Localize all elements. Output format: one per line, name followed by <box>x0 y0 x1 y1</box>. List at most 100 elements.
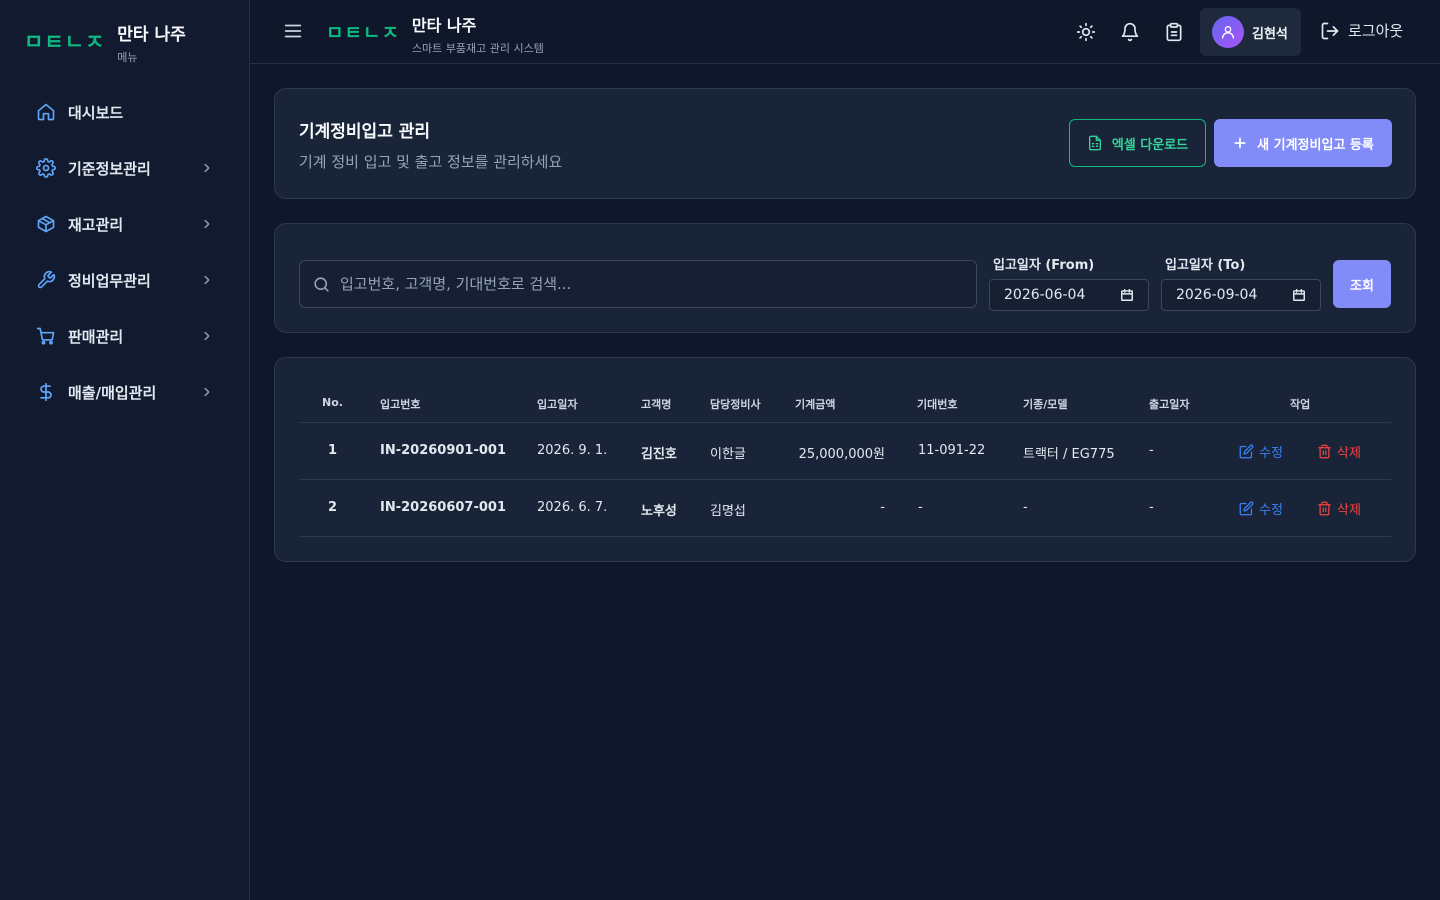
date-to-value: 2026-09-04 <box>1176 287 1258 303</box>
sidebar-item-master-data[interactable]: 기준정보관리 <box>0 140 250 196</box>
col-amount: 기계금액 <box>795 398 836 411</box>
search-box[interactable] <box>299 260 977 308</box>
cell-receipt-no: IN-20260901-001 <box>380 443 507 458</box>
sidebar-nav: 대시보드 기준정보관리 재고관리 정비업무관리 판매관리 매출/매입관리 <box>0 84 250 420</box>
cell-amount: - <box>880 500 885 515</box>
search-button[interactable]: 조회 <box>1333 260 1391 308</box>
table-header: No. 입고번호 입고일자 고객명 담당정비사 기계금액 기대번호 기종/모델 … <box>299 382 1391 423</box>
col-technician: 담당정비사 <box>710 398 761 411</box>
col-release-date: 출고일자 <box>1149 398 1190 411</box>
plus-icon <box>1232 135 1248 151</box>
avatar <box>1212 16 1244 48</box>
date-to-input[interactable]: 2026-09-04 <box>1161 279 1321 311</box>
sidebar-item-maintenance[interactable]: 정비업무관리 <box>0 252 250 308</box>
cell-release-date: - <box>1149 443 1154 458</box>
edit-icon <box>1239 501 1254 516</box>
sidebar-item-label: 매출/매입관리 <box>68 383 157 402</box>
topbar: ㅁㅌㄴㅈ 만타 나주 스마트 부품재고 관리 시스템 김현석 로그아웃 <box>250 0 1440 64</box>
sidebar-item-inventory[interactable]: 재고관리 <box>0 196 250 252</box>
edit-button[interactable]: 수정 <box>1239 499 1283 518</box>
page-title: 기계정비입고 관리 <box>299 122 431 142</box>
brand-title: 만타 나주 <box>117 25 186 45</box>
cart-icon <box>36 326 56 346</box>
app-title: 만타 나주 <box>411 16 477 35</box>
table-row[interactable]: 1 IN-20260901-001 2026. 9. 1. 김진호 이한글 25… <box>299 423 1391 480</box>
brand-logo: ㅁㅌㄴㅈ <box>326 22 400 44</box>
cell-receipt-date: 2026. 6. 7. <box>537 500 608 515</box>
cell-technician: 김명섭 <box>710 504 746 519</box>
receipt-table: No. 입고번호 입고일자 고객명 담당정비사 기계금액 기대번호 기종/모델 … <box>299 382 1391 537</box>
sidebar-item-label: 재고관리 <box>68 215 124 234</box>
col-machine-no: 기대번호 <box>917 398 958 411</box>
table-card: No. 입고번호 입고일자 고객명 담당정비사 기계금액 기대번호 기종/모델 … <box>274 357 1416 562</box>
excel-download-label: 엑셀 다운로드 <box>1111 137 1189 153</box>
clipboard-icon[interactable] <box>1164 22 1184 42</box>
cell-technician: 이한글 <box>710 447 746 462</box>
sidebar-item-dashboard[interactable]: 대시보드 <box>0 84 250 140</box>
delete-label: 삭제 <box>1337 503 1361 518</box>
search-icon <box>312 275 331 294</box>
edit-label: 수정 <box>1259 503 1283 518</box>
cell-customer: 노후성 <box>641 504 677 519</box>
sidebar: ㅁㅌㄴㅈ 만타 나주 메뉴 대시보드 기준정보관리 재고관리 정비업무관리 판매… <box>0 0 250 900</box>
dollar-icon <box>36 382 56 402</box>
sidebar-brand[interactable]: ㅁㅌㄴㅈ 만타 나주 메뉴 <box>24 20 186 65</box>
menu-icon[interactable] <box>282 20 304 42</box>
cell-no: 1 <box>328 443 338 458</box>
cell-receipt-date: 2026. 9. 1. <box>537 443 608 458</box>
date-from-group: 입고일자 (From) 2026-06-04 <box>989 254 1149 311</box>
sidebar-item-label: 대시보드 <box>68 103 124 122</box>
edit-icon <box>1239 444 1254 459</box>
logout-button[interactable]: 로그아웃 <box>1320 20 1403 41</box>
cell-no: 2 <box>328 500 338 515</box>
sidebar-item-label: 판매관리 <box>68 327 124 346</box>
sidebar-item-revenue[interactable]: 매출/매입관리 <box>0 364 250 420</box>
date-from-input[interactable]: 2026-06-04 <box>989 279 1149 311</box>
sun-icon[interactable] <box>1076 22 1096 42</box>
delete-label: 삭제 <box>1337 446 1361 461</box>
user-name: 김현석 <box>1252 26 1288 42</box>
brand-logo: ㅁㅌㄴㅈ <box>24 30 106 54</box>
cell-machine-no: - <box>918 500 923 515</box>
delete-button[interactable]: 삭제 <box>1317 499 1361 518</box>
cell-amount: 25,000,000원 <box>798 447 885 462</box>
home-icon <box>36 102 56 122</box>
wrench-icon <box>36 270 56 290</box>
cell-release-date: - <box>1149 500 1154 515</box>
app-subtitle: 스마트 부품재고 관리 시스템 <box>411 42 544 55</box>
cell-model: 트랙터 / EG775 <box>1023 447 1115 462</box>
cell-machine-no: 11-091-22 <box>918 443 986 458</box>
sidebar-item-sales[interactable]: 판매관리 <box>0 308 250 364</box>
date-to-group: 입고일자 (To) 2026-09-04 <box>1161 254 1321 311</box>
col-receipt-date: 입고일자 <box>537 398 578 411</box>
new-receipt-label: 새 기계정비입고 등록 <box>1257 137 1374 153</box>
page-header-card: 기계정비입고 관리 기계 정비 입고 및 출고 정보를 관리하세요 엑셀 다운로… <box>274 88 1416 199</box>
sidebar-item-label: 기준정보관리 <box>68 159 151 178</box>
topbar-brand: ㅁㅌㄴㅈ 만타 나주 스마트 부품재고 관리 시스템 <box>326 12 544 56</box>
cell-model: - <box>1023 500 1028 515</box>
trash-icon <box>1317 501 1332 516</box>
new-receipt-button[interactable]: 새 기계정비입고 등록 <box>1214 119 1392 167</box>
table-row[interactable]: 2 IN-20260607-001 2026. 6. 7. 노후성 김명섭 - … <box>299 480 1391 537</box>
user-menu[interactable]: 김현석 <box>1200 8 1301 56</box>
edit-button[interactable]: 수정 <box>1239 442 1283 461</box>
chevron-right-icon <box>200 385 214 399</box>
chevron-right-icon <box>200 161 214 175</box>
brand-subtitle: 메뉴 <box>117 51 138 64</box>
trash-icon <box>1317 444 1332 459</box>
col-no: No. <box>322 396 343 409</box>
calendar-icon[interactable] <box>1292 288 1306 302</box>
chevron-right-icon <box>200 329 214 343</box>
bell-icon[interactable] <box>1120 22 1140 42</box>
edit-label: 수정 <box>1259 446 1283 461</box>
chevron-right-icon <box>200 217 214 231</box>
col-model: 기종/모델 <box>1023 398 1068 411</box>
col-receipt-no: 입고번호 <box>380 398 421 411</box>
sidebar-item-label: 정비업무관리 <box>68 271 151 290</box>
col-actions: 작업 <box>1290 398 1311 411</box>
excel-download-button[interactable]: 엑셀 다운로드 <box>1069 119 1206 167</box>
delete-button[interactable]: 삭제 <box>1317 442 1361 461</box>
calendar-icon[interactable] <box>1120 288 1134 302</box>
col-customer: 고객명 <box>641 398 672 411</box>
search-input[interactable] <box>340 264 976 304</box>
